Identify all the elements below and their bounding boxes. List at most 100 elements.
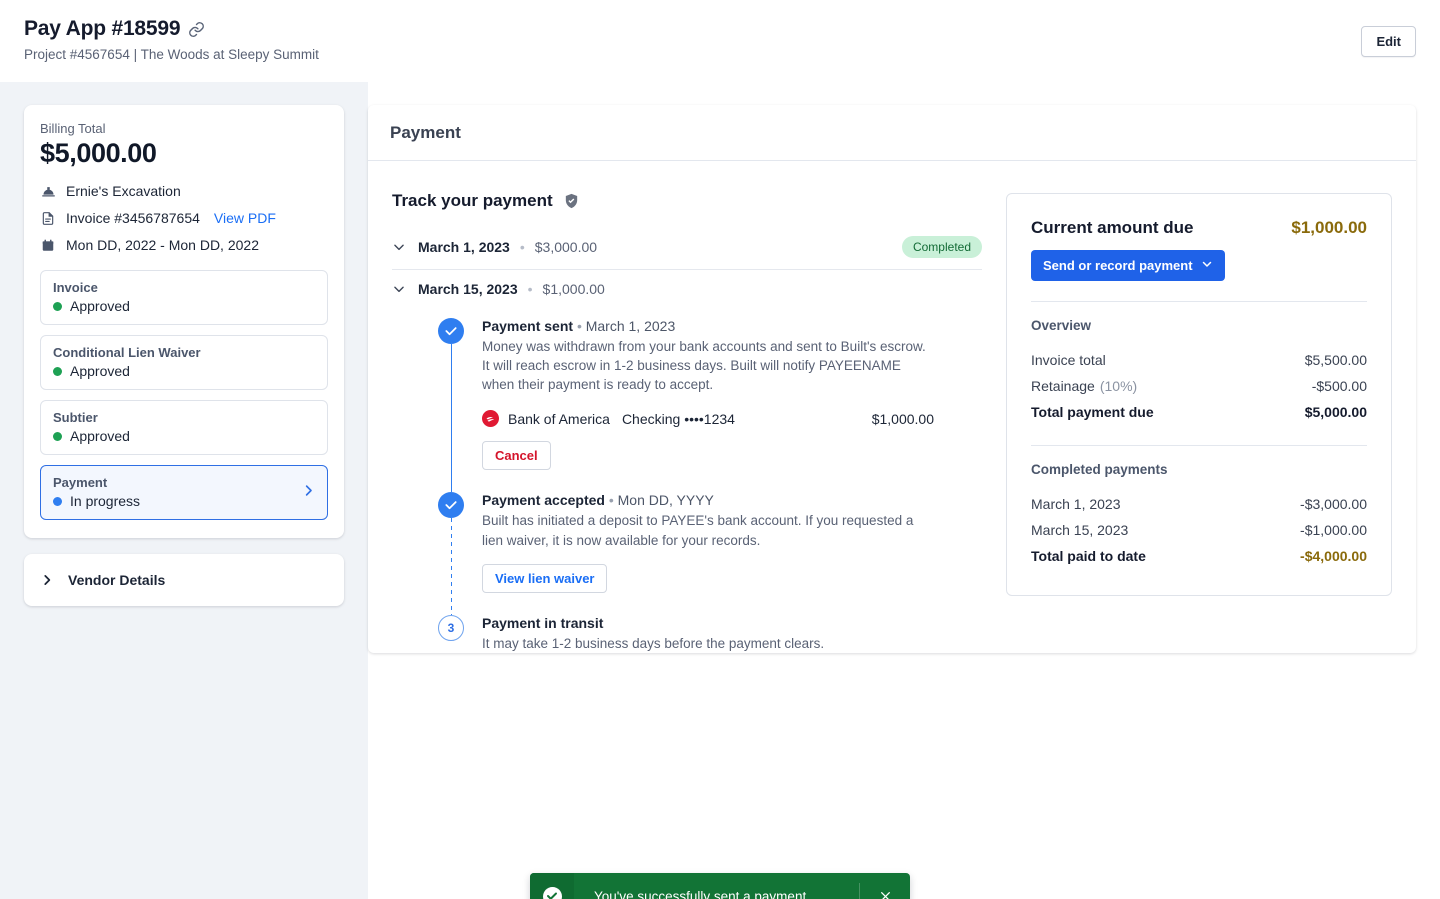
chevron-down-icon [1201,258,1213,273]
status-card-value: Approved [70,363,130,379]
completed-row-value: -$1,000.00 [1300,522,1367,538]
view-lien-waiver-button[interactable]: View lien waiver [482,563,608,593]
timeline-step-description: Money was withdrawn from your bank accou… [482,339,926,393]
divider [1031,301,1367,302]
timeline-step-title: Payment in transit [482,614,604,631]
payment-row-march-15[interactable]: March 15, 2023 • $1,000.00 [392,270,982,308]
bank-name: Bank of America [508,410,610,427]
timeline-step-payment-in-transit: 3 Payment in transit It may take 1-2 bus… [438,614,982,653]
invoice-row: Invoice #3456787654 View PDF [40,210,328,226]
status-card-list: Invoice Approved Conditional Lien Waiver… [40,270,328,520]
overview-row-label: Total payment due [1031,404,1154,420]
amount-due-column: Current amount due $1,000.00 Send or rec… [1006,191,1392,653]
payment-row-separator: • [519,239,525,255]
chevron-right-icon [40,573,54,587]
status-card-invoice[interactable]: Invoice Approved [40,270,328,325]
view-pdf-link[interactable]: View PDF [214,210,276,226]
completed-row-label: March 15, 2023 [1031,522,1129,538]
payment-tracking-column: Track your payment March 1, 2023 • $3,00… [392,191,982,653]
date-range-row: Mon DD, 2022 - Mon DD, 2022 [40,237,328,253]
toast-icon-wrap [530,873,574,899]
check-circle-icon [438,318,464,344]
edit-button[interactable]: Edit [1361,26,1416,57]
overview-row-total-payment-due: Total payment due $5,000.00 [1031,399,1367,425]
billing-total-value: $5,000.00 [40,138,157,168]
vendor-details-section[interactable]: Vendor Details [24,554,344,606]
timeline-heading-separator: • [608,492,614,509]
timeline-connector-dashed [450,518,452,615]
completed-row-label: Total paid to date [1031,548,1146,564]
overview-row-label: Retainage [1031,378,1095,394]
timeline-step-heading: Payment sent • March 1, 2023 [482,318,982,334]
page-header: Pay App #18599 Project #4567654 | The Wo… [0,0,1440,82]
payment-panel: Payment Track your payment March 1, 2023… [368,105,1416,653]
divider [1031,445,1367,446]
status-dot-green [53,366,62,376]
title-row: Pay App #18599 [24,17,1361,41]
timeline-step-date: March 1, 2023 [585,318,676,334]
status-card-title: Payment [53,475,108,490]
payment-row-march-1[interactable]: March 1, 2023 • $3,000.00 Completed [392,225,982,270]
step-number-icon: 3 [438,614,464,641]
chevron-down-icon[interactable] [392,240,408,254]
status-dot-blue [53,496,62,506]
shield-check-icon [563,192,580,210]
status-card-value-row: Approved [53,428,315,444]
left-sidebar: Billing Total $5,000.00 Ernie's Excavati… [24,105,344,606]
completed-payments-label: Completed payments [1031,462,1168,477]
status-card-conditional-lien-waiver[interactable]: Conditional Lien Waiver Approved [40,335,328,390]
timeline-step-title: Payment sent [482,318,574,334]
close-icon[interactable] [860,890,910,899]
status-card-title: Invoice [53,280,98,295]
billing-total-label: Billing Total [40,121,106,136]
billing-date-range: Mon DD, 2022 - Mon DD, 2022 [66,237,259,253]
payment-row-date: March 1, 2023 [418,239,510,255]
send-or-record-payment-button[interactable]: Send or record payment [1031,250,1225,281]
vendor-details-label: Vendor Details [68,572,166,588]
payment-row-amount: $3,000.00 [534,239,598,255]
status-badge: Completed [901,236,982,258]
bank-account-row: Bank of America Checking ••••1234 $1,000… [482,410,934,428]
payment-row-separator: • [527,281,533,297]
payment-panel-body: Track your payment March 1, 2023 • $3,00… [368,161,1416,653]
status-card-title: Conditional Lien Waiver [53,345,201,360]
billing-meta-list: Ernie's Excavation Invoice #3456787654 V… [40,183,328,253]
completed-row-value: -$4,000.00 [1300,548,1367,564]
timeline-step-title: Payment accepted [482,492,605,509]
page-title: Pay App #18599 [24,17,181,40]
send-or-record-payment-label: Send or record payment [1043,258,1193,273]
vendor-name: Ernie's Excavation [66,183,181,199]
invoice-number: Invoice #3456787654 [66,210,200,226]
status-card-subtier[interactable]: Subtier Approved [40,400,328,455]
payment-row-amount: $1,000.00 [542,281,605,297]
overview-row-label: Invoice total [1031,352,1106,368]
overview-row-sublabel: (10%) [1099,378,1138,394]
overview-row-value: -$500.00 [1311,378,1367,394]
vendor-row: Ernie's Excavation [40,183,328,199]
check-circle-icon [438,492,464,519]
chevron-down-icon[interactable] [392,282,408,296]
status-card-payment[interactable]: Payment In progress [40,465,328,520]
amount-due-card: Current amount due $1,000.00 Send or rec… [1006,193,1392,596]
document-icon [40,210,56,226]
timeline-step-payment-sent: Payment sent • March 1, 2023 Money was w… [438,318,982,493]
overview-row-retainage: Retainage (10%) -$500.00 [1031,373,1367,399]
track-payment-header: Track your payment [392,191,982,211]
project-subtitle: Project #4567654 | The Woods at Sleepy S… [24,47,319,62]
cancel-payment-button[interactable]: Cancel [482,441,551,471]
track-payment-title: Track your payment [392,191,553,210]
status-dot-green [53,301,62,311]
link-icon[interactable] [188,21,205,38]
overview-row-invoice-total: Invoice total $5,500.00 [1031,347,1367,373]
completed-row-value: -$3,000.00 [1300,496,1367,512]
overview-label: Overview [1031,318,1092,333]
bank-of-america-icon [482,410,499,428]
timeline-step-description: It may take 1-2 business days before the… [482,635,825,651]
success-toast: You've successfully sent a payment. [530,873,910,899]
completed-row-march-1: March 1, 2023 -$3,000.00 [1031,491,1367,517]
status-card-value-row: Approved [53,298,315,314]
app-root: Pay App #18599 Project #4567654 | The Wo… [0,0,1440,899]
status-dot-green [53,431,62,441]
calendar-icon [40,237,56,253]
timeline-step-payment-accepted: Payment accepted • Mon DD, YYYY Built ha… [438,492,982,615]
